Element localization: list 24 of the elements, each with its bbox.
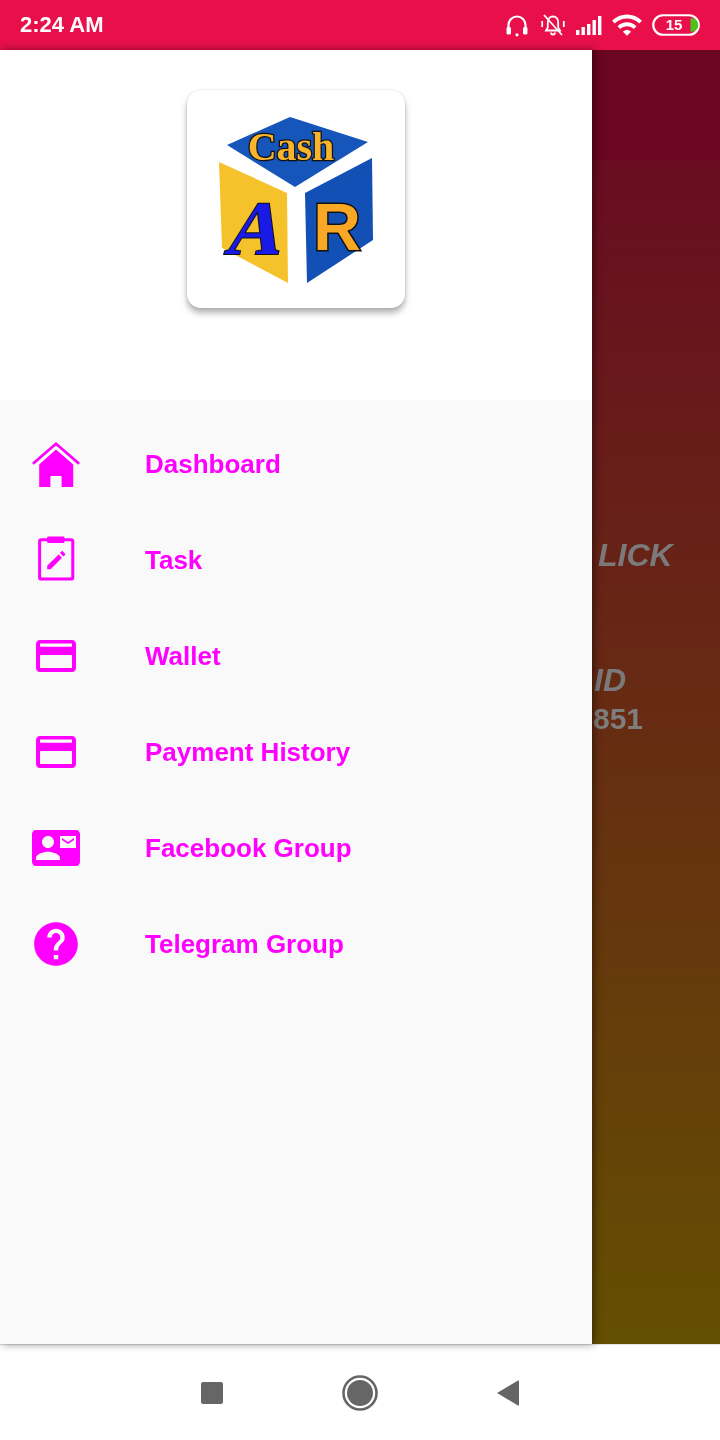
background-label: ID: [594, 664, 626, 696]
logo-letter: A: [219, 186, 296, 271]
battery-icon: [652, 14, 700, 36]
headset-icon: [504, 13, 530, 37]
menu-item[interactable]: Task: [32, 536, 203, 584]
background-title-text: LICK: [598, 539, 673, 571]
logo-word: Cash: [247, 124, 335, 169]
square-icon[interactable]: [201, 1381, 223, 1404]
status-time: 2:24 AM: [20, 12, 104, 38]
menu-item[interactable]: Dashboard: [32, 440, 281, 488]
home-icon: [32, 440, 80, 488]
muted-bell-icon: [540, 13, 566, 37]
home-button-icon[interactable]: [342, 1374, 378, 1411]
background-number: 851: [593, 704, 644, 734]
menu-item[interactable]: Payment History: [32, 728, 351, 776]
help-icon: [32, 920, 80, 968]
menu-item[interactable]: Wallet: [32, 632, 221, 680]
menu-item[interactable]: Telegram Group: [32, 920, 344, 968]
menu-item[interactable]: Facebook Group: [32, 824, 352, 872]
back-icon[interactable]: [497, 1379, 519, 1406]
battery-percentage: 15: [664, 16, 684, 34]
logo-letter: R: [313, 190, 361, 264]
wifi-icon: [612, 14, 642, 36]
signal-icon: [576, 15, 602, 35]
